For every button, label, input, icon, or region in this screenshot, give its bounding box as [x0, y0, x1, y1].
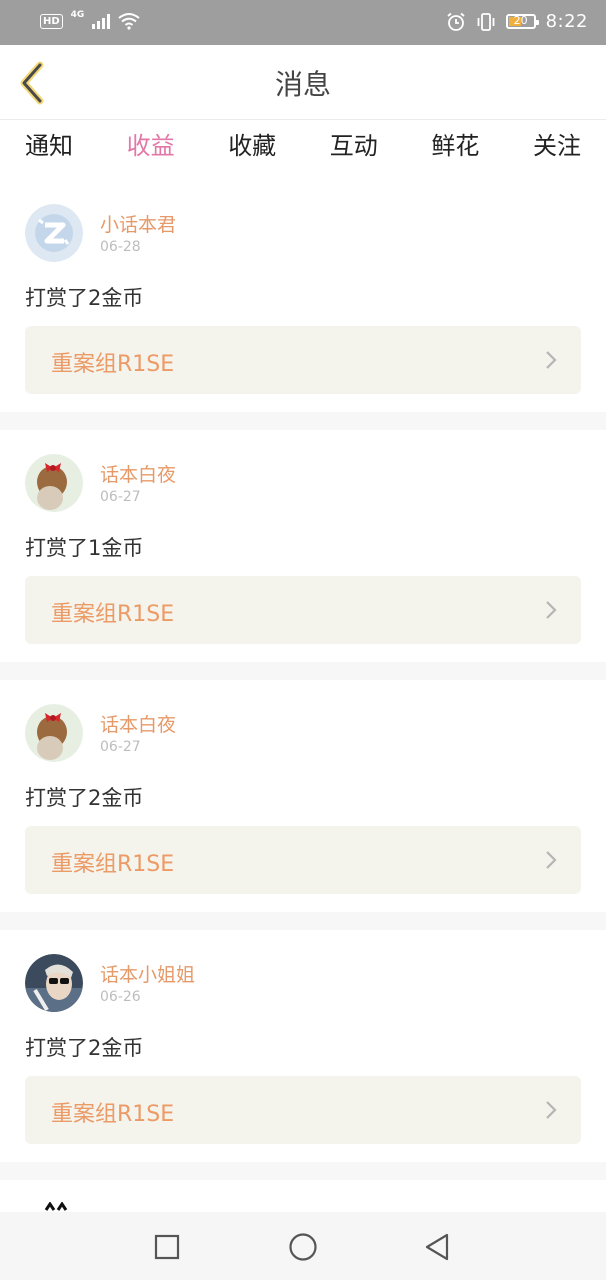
divider	[0, 1162, 606, 1180]
list-item: 话本白夜 06-27 打赏了1金币 重案组R1SE	[0, 430, 606, 662]
bow-avatar-icon	[25, 704, 83, 762]
avatar[interactable]	[25, 954, 83, 1012]
top-app-bar: 消息	[0, 45, 606, 120]
hd-badge: HD	[40, 13, 63, 29]
page-title: 消息	[274, 68, 331, 101]
tab-interactions[interactable]: 互动	[330, 120, 378, 180]
vibrate-icon	[477, 12, 494, 31]
chevron-right-icon	[546, 601, 557, 619]
divider	[0, 662, 606, 680]
chevron-right-icon	[546, 851, 557, 869]
tab-earnings[interactable]: 收益	[127, 120, 175, 188]
user-name[interactable]: 话本小姐姐	[100, 960, 195, 987]
bow-avatar-icon	[25, 454, 83, 512]
system-nav-bar	[0, 1212, 606, 1280]
book-title: 重案组R1SE	[51, 1102, 175, 1127]
tab-favorites[interactable]: 收藏	[228, 120, 276, 180]
network-type: 4G	[70, 10, 85, 20]
message-text: 打赏了2金币	[25, 286, 144, 310]
user-name[interactable]: 话本白夜	[100, 710, 176, 737]
tab-bar: 通知 收益 收藏 互动 鲜花 关注	[0, 120, 606, 188]
chevron-right-icon	[546, 1101, 557, 1119]
earnings-feed: 小话本君 06-28 打赏了2金币 重案组R1SE 话本白夜 06-27 打赏了…	[0, 180, 606, 1220]
user-name[interactable]: 话本白夜	[100, 460, 176, 487]
status-bar: HD 4G 20 8:22	[0, 0, 606, 45]
message-text: 打赏了2金币	[25, 786, 144, 810]
message-date: 06-28	[100, 239, 141, 255]
avatar-partial-icon	[44, 1202, 68, 1211]
clock: 8:22	[545, 11, 588, 32]
divider	[0, 412, 606, 430]
tab-following[interactable]: 关注	[533, 120, 581, 180]
signal-icon	[92, 13, 111, 29]
message-text: 打赏了1金币	[25, 536, 144, 560]
book-link[interactable]: 重案组R1SE	[25, 826, 581, 894]
sunglasses-avatar-icon	[25, 954, 83, 1012]
tab-flowers[interactable]: 鲜花	[431, 120, 479, 180]
list-item: 话本白夜 06-27 打赏了2金币 重案组R1SE	[0, 680, 606, 912]
book-title: 重案组R1SE	[51, 602, 175, 627]
book-title: 重案组R1SE	[51, 852, 175, 877]
book-title: 重案组R1SE	[51, 352, 175, 377]
avatar[interactable]	[25, 704, 83, 762]
book-link[interactable]: 重案组R1SE	[25, 1076, 581, 1144]
alarm-icon	[447, 12, 465, 31]
avatar[interactable]	[25, 204, 83, 262]
chevron-right-icon	[546, 351, 557, 369]
back-nav-icon[interactable]	[421, 1230, 455, 1264]
message-text: 打赏了2金币	[25, 1036, 144, 1060]
battery-icon: 20	[505, 14, 539, 29]
avatar[interactable]	[25, 454, 83, 512]
list-item: 话本小姐姐 06-26 打赏了2金币 重案组R1SE	[0, 930, 606, 1162]
recent-apps-icon[interactable]	[150, 1230, 184, 1264]
tab-notifications[interactable]: 通知	[25, 120, 73, 180]
book-link[interactable]: 重案组R1SE	[25, 576, 581, 644]
list-item: 小话本君 06-28 打赏了2金币 重案组R1SE	[0, 180, 606, 412]
wifi-icon	[118, 13, 140, 30]
home-icon[interactable]	[286, 1230, 320, 1264]
message-date: 06-26	[100, 989, 141, 1005]
message-date: 06-27	[100, 739, 141, 755]
divider	[0, 912, 606, 930]
logo-avatar-icon	[25, 204, 83, 262]
book-link[interactable]: 重案组R1SE	[25, 326, 581, 394]
message-date: 06-27	[100, 489, 141, 505]
user-name[interactable]: 小话本君	[100, 210, 176, 237]
